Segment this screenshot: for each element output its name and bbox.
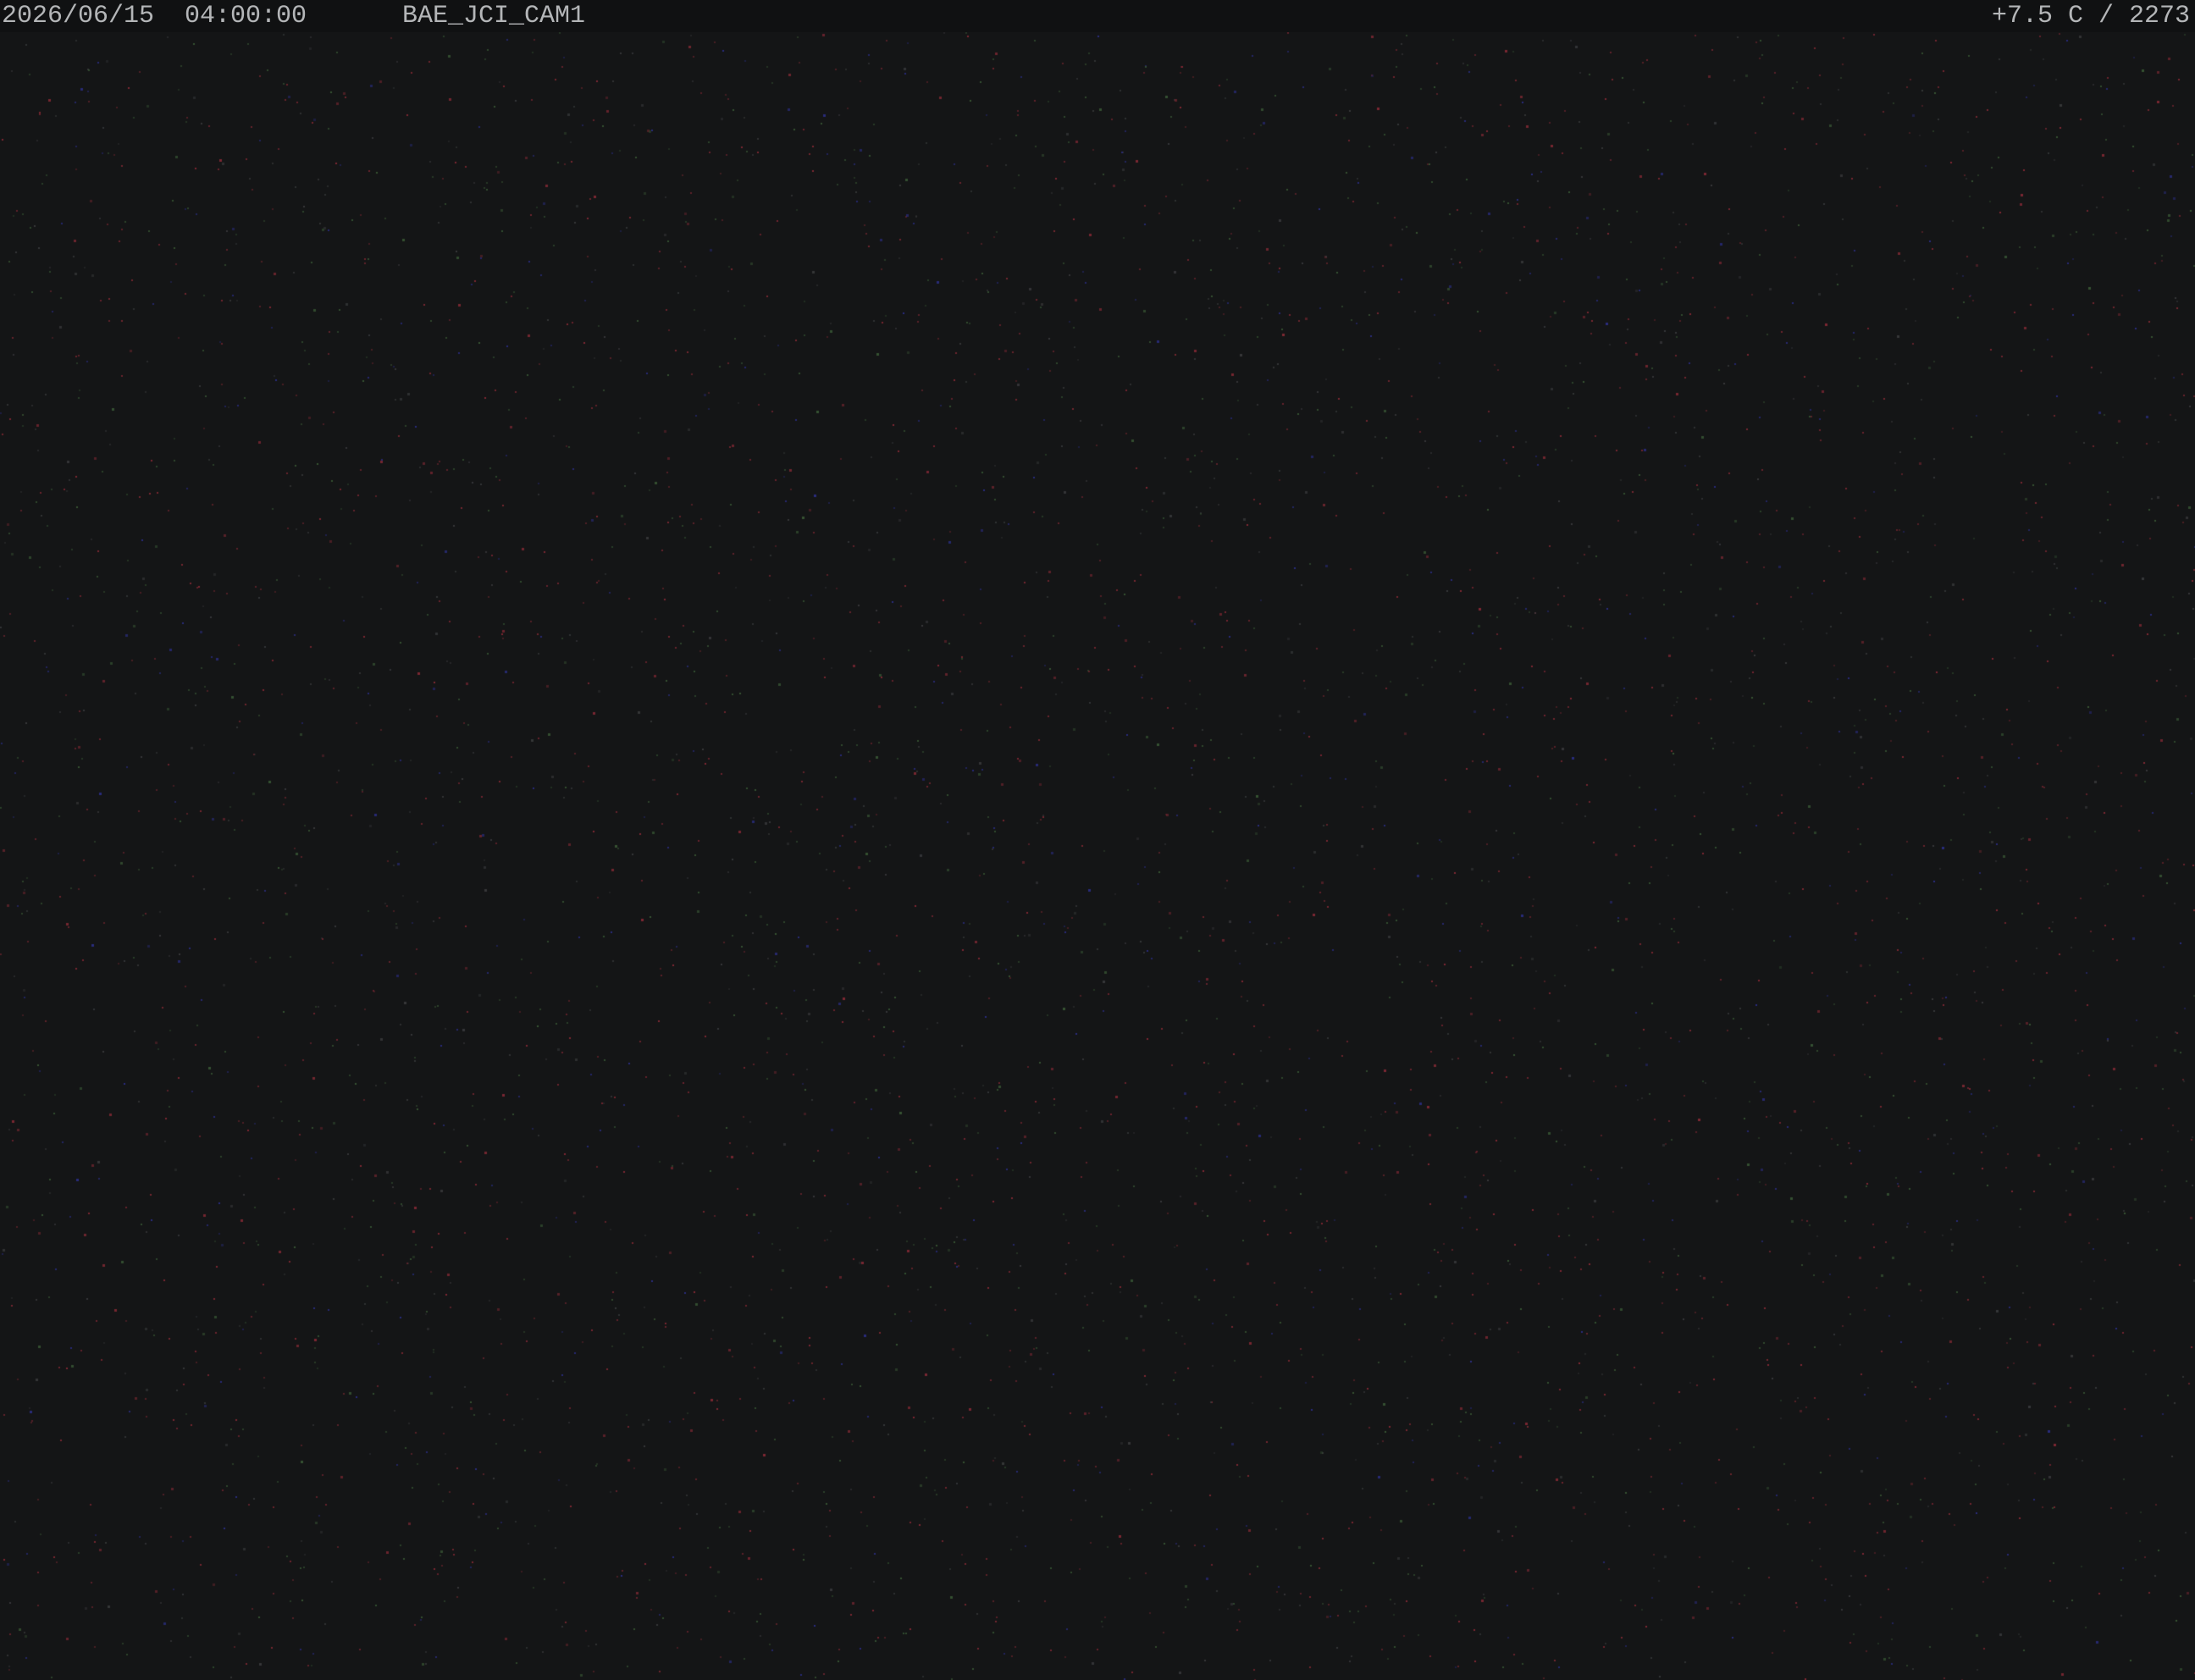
camera-id-label: BAE_JCI_CAM1	[402, 2, 586, 30]
sensor-readout-label: +7.5 C / 2273	[1991, 2, 2190, 30]
camera-frame: 2026/06/15 04:00:00 BAE_JCI_CAM1 +7.5 C …	[0, 0, 2195, 1680]
timestamp-label: 2026/06/15 04:00:00	[2, 2, 307, 30]
sensor-noise-image	[0, 0, 2195, 1680]
osd-overlay-bar: 2026/06/15 04:00:00 BAE_JCI_CAM1 +7.5 C …	[0, 0, 2195, 32]
